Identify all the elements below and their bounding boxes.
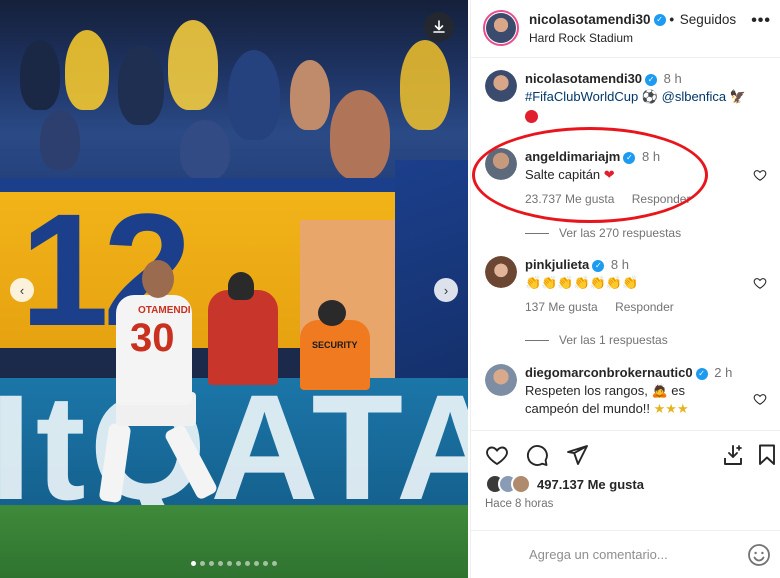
carousel-dot[interactable] bbox=[236, 561, 241, 566]
comment-icon[interactable] bbox=[525, 443, 549, 467]
comment-username[interactable]: pinkjulieta bbox=[525, 257, 589, 272]
download-button[interactable] bbox=[424, 12, 454, 42]
likes-count[interactable]: 497.137 Me gusta bbox=[537, 477, 644, 492]
reply-button[interactable]: Responder bbox=[615, 300, 674, 314]
advertising-board-text: ItQATA bbox=[0, 363, 468, 531]
carousel-dot[interactable] bbox=[218, 561, 223, 566]
comment-body-line2: campeón del mundo!! bbox=[525, 401, 651, 416]
heart-icon[interactable] bbox=[485, 443, 509, 467]
mention-link[interactable]: @slbenfica bbox=[662, 89, 727, 104]
star-icon: ★★★ bbox=[653, 402, 689, 417]
hashtag-link[interactable]: #FifaClubWorldCup bbox=[525, 89, 638, 104]
likes-row[interactable]: 497.137 Me gusta bbox=[485, 474, 775, 496]
caption-username[interactable]: nicolasotamendi30 bbox=[525, 71, 642, 86]
carousel-dot[interactable] bbox=[245, 561, 250, 566]
security-guard-head bbox=[318, 300, 346, 326]
emoji-icon[interactable] bbox=[747, 543, 771, 567]
pitch-grass bbox=[0, 505, 468, 578]
eagle-icon: 🦅 bbox=[729, 90, 746, 105]
comment-body: Respeten los rangos, bbox=[525, 383, 648, 398]
post-time[interactable]: Hace 8 horas bbox=[485, 498, 553, 510]
photographer-head bbox=[228, 272, 254, 300]
comment-text: Respeten los rangos, 🙇 es bbox=[525, 383, 685, 399]
security-vest-label: SECURITY bbox=[312, 340, 358, 350]
comment-author: pinkjulieta ✓ 8 h bbox=[525, 257, 629, 272]
comment-input[interactable] bbox=[529, 547, 729, 562]
player-head bbox=[142, 260, 174, 298]
post-sidebar: nicolasotamendi30 ✓ • Seguidos Hard Rock … bbox=[470, 0, 780, 578]
carousel-dot[interactable] bbox=[227, 561, 232, 566]
verified-badge-icon: ✓ bbox=[592, 259, 605, 272]
previous-slide-button[interactable]: ‹ bbox=[10, 278, 34, 302]
verified-badge-icon: ✓ bbox=[695, 367, 708, 380]
view-replies-button[interactable]: Ver las 1 respuestas bbox=[525, 333, 668, 347]
chevron-left-icon: ‹ bbox=[19, 282, 25, 298]
caption-text: #FifaClubWorldCup ⚽ @slbenfica 🦅 bbox=[525, 89, 746, 105]
jersey-name: OTAMENDI bbox=[138, 305, 191, 316]
post-location[interactable]: Hard Rock Stadium bbox=[529, 31, 633, 45]
comment-text: 👏👏👏👏👏👏👏 bbox=[525, 275, 638, 291]
add-comment-bar bbox=[471, 530, 780, 578]
verified-badge-icon: ✓ bbox=[645, 73, 658, 86]
red-circle-icon bbox=[525, 108, 538, 126]
carousel-indicator bbox=[0, 561, 468, 566]
verified-badge-icon: ✓ bbox=[653, 14, 666, 27]
heart-icon[interactable] bbox=[753, 168, 767, 182]
comment-time: 8 h bbox=[610, 257, 629, 272]
highlight-circle bbox=[472, 127, 708, 223]
comment-username[interactable]: diegomarconbrokernautic0 bbox=[525, 365, 693, 380]
add-to-story-icon[interactable] bbox=[721, 443, 745, 467]
more-options-icon[interactable]: ••• bbox=[751, 12, 771, 30]
clapping-hands-icon: 👏👏👏👏👏👏👏 bbox=[525, 276, 639, 291]
jersey-number: 30 bbox=[130, 316, 175, 360]
heart-icon[interactable] bbox=[753, 392, 767, 406]
download-icon bbox=[433, 20, 445, 33]
carousel-dot[interactable] bbox=[200, 561, 205, 566]
carousel-dot[interactable] bbox=[272, 561, 277, 566]
soccer-ball-icon: ⚽ bbox=[641, 90, 659, 105]
bowing-people-icon: 🙇 bbox=[651, 384, 668, 399]
caption-author: nicolasotamendi30 ✓ 8 h bbox=[525, 71, 682, 86]
heart-icon[interactable] bbox=[753, 276, 767, 290]
liker-avatar bbox=[511, 474, 531, 494]
comment-text-line2: campeón del mundo!! ★★★ bbox=[525, 401, 689, 417]
comment-author: diegomarconbrokernautic0 ✓ 2 h bbox=[525, 365, 732, 380]
chevron-right-icon: › bbox=[443, 282, 449, 298]
action-bar bbox=[471, 430, 780, 470]
caption-avatar[interactable] bbox=[485, 70, 517, 102]
author-line: nicolasotamendi30 ✓ • Seguidos bbox=[529, 12, 736, 27]
carousel-dot[interactable] bbox=[263, 561, 268, 566]
security-guard bbox=[300, 320, 370, 390]
author-username[interactable]: nicolasotamendi30 bbox=[529, 12, 651, 27]
separator: • bbox=[669, 12, 678, 27]
caption-time: 8 h bbox=[663, 71, 682, 86]
comment-meta: 137 Me gusta Responder bbox=[525, 300, 688, 314]
banner-blue bbox=[395, 160, 468, 390]
post-header: nicolasotamendi30 ✓ • Seguidos Hard Rock … bbox=[471, 0, 780, 58]
comment-avatar[interactable] bbox=[485, 364, 517, 396]
comment-time: 2 h bbox=[714, 365, 733, 380]
comment-avatar[interactable] bbox=[485, 256, 517, 288]
carousel-dot[interactable] bbox=[191, 561, 196, 566]
share-icon[interactable] bbox=[565, 443, 589, 467]
comment-likes[interactable]: 137 Me gusta bbox=[525, 300, 598, 314]
author-avatar[interactable] bbox=[483, 10, 519, 46]
bookmark-icon[interactable] bbox=[755, 443, 779, 467]
next-slide-button[interactable]: › bbox=[434, 278, 458, 302]
comment-body-cont: es bbox=[671, 383, 686, 398]
photographer bbox=[208, 290, 278, 385]
following-button[interactable]: Seguidos bbox=[680, 12, 736, 27]
post-photo[interactable]: 12 ItQATA SECURITY OTAMENDI 30 ‹ › bbox=[0, 0, 468, 578]
view-replies-button[interactable]: Ver las 270 respuestas bbox=[525, 226, 681, 240]
carousel-dot[interactable] bbox=[254, 561, 259, 566]
carousel-dot[interactable] bbox=[209, 561, 214, 566]
